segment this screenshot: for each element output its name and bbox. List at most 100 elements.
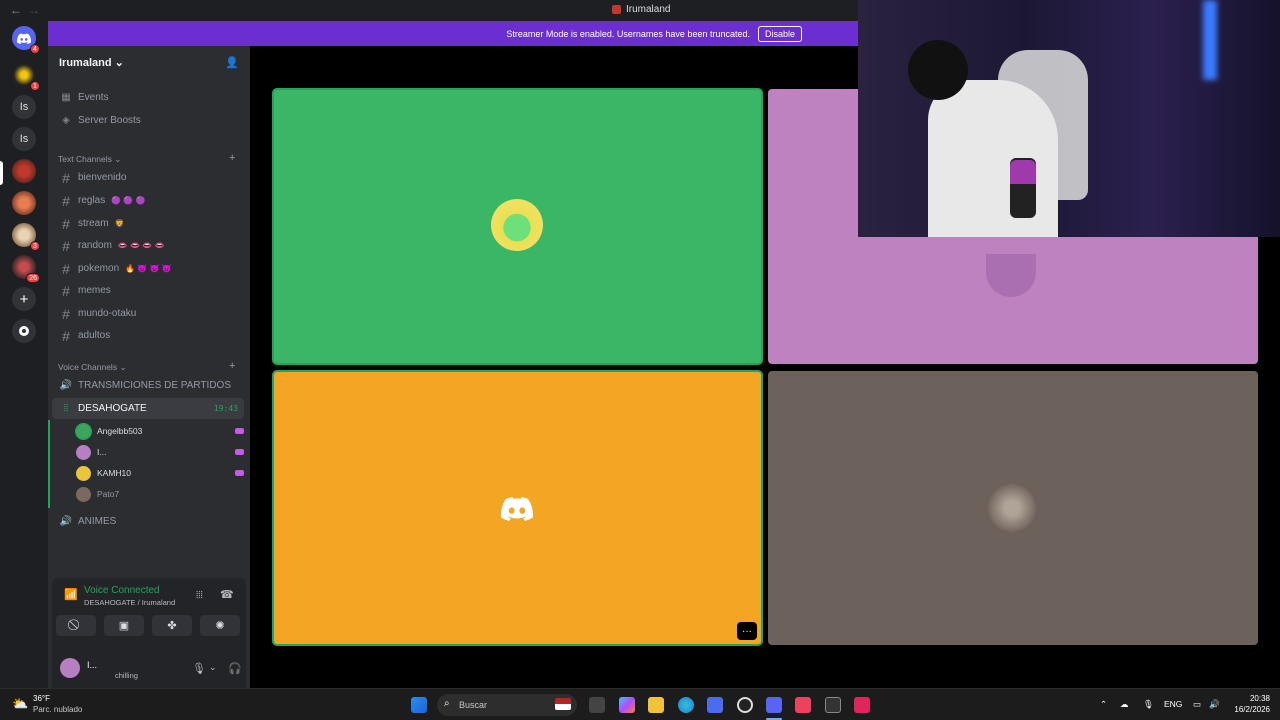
clock-date[interactable]: 16/2/2026	[1224, 705, 1270, 714]
voice-active-icon: ⦙⦙	[63, 403, 69, 414]
activities-button[interactable]: ✤	[152, 615, 192, 636]
weather-icon[interactable]: ⛅	[12, 696, 28, 712]
more-label: ···	[742, 625, 752, 637]
voice-channel-desahogate[interactable]: ⦙⦙ DESAHOGATE 19:43	[52, 398, 244, 419]
streaming-icon	[235, 449, 244, 455]
tiktok-icon[interactable]	[854, 697, 870, 713]
channel-sidebar: Irumaland ⌄ 👤 ▦ Events ◈ Server Boosts T…	[48, 46, 276, 688]
voice-user-name: KAMH10	[97, 468, 132, 478]
discover-icon[interactable]	[12, 319, 36, 343]
voice-user[interactable]: KAMH10	[76, 463, 244, 483]
screen-share-button[interactable]: ▣	[104, 615, 144, 636]
guild-header[interactable]: Irumaland ⌄ 👤	[48, 46, 250, 78]
user-panel: I... chilling 🎙 ⌄ 🎧 ⚙	[52, 648, 276, 688]
volume-icon[interactable]: 🔊	[1209, 699, 1220, 710]
obs-icon[interactable]	[737, 697, 753, 713]
category-label: Voice Channels	[58, 362, 118, 372]
invite-user-icon[interactable]: 👤	[225, 56, 239, 69]
channel-name: pokemon	[78, 263, 120, 274]
microphone-tray-icon[interactable]: 🎙	[1143, 699, 1154, 710]
server-is-2[interactable]: Is	[12, 127, 36, 151]
file-explorer-icon[interactable]	[648, 697, 664, 713]
weather-desc: Parc. nublado	[33, 705, 83, 714]
camera-button[interactable]: ⃠	[56, 615, 96, 636]
taskbar-search[interactable]: ⌕ Buscar	[437, 694, 577, 716]
discord-logo-icon	[501, 497, 533, 521]
channel-mundo-otaku[interactable]: # mundo-otaku	[52, 303, 244, 324]
soundboard-button[interactable]: ✺	[200, 615, 240, 636]
voice-user-name: Angelbb503	[97, 426, 143, 436]
channel-random[interactable]: # random 👄 👄 👄 👄	[52, 235, 244, 256]
hash-icon: #	[62, 327, 70, 344]
microphone-icon[interactable]: 🎙	[192, 662, 206, 675]
copilot-icon[interactable]	[619, 697, 635, 713]
channel-name: mundo-otaku	[78, 308, 137, 319]
channel-stream[interactable]: # stream 🦁	[52, 213, 244, 234]
server-avatar-irumaland[interactable]	[12, 159, 36, 183]
notification-badge: 1	[30, 81, 40, 91]
chevron-down-icon[interactable]: ⌄	[209, 662, 217, 673]
voice-tile-angelbb503[interactable]	[272, 88, 763, 365]
avatar[interactable]	[60, 658, 80, 678]
onedrive-icon[interactable]: ☁	[1120, 699, 1129, 710]
voice-user-name: Pato7	[97, 489, 120, 499]
headphones-icon[interactable]: 🎧	[228, 662, 242, 675]
channel-bienvenido[interactable]: # bienvenido	[52, 167, 244, 188]
chevron-up-icon[interactable]: ⌃	[1100, 699, 1107, 710]
window-title: Irumaland	[612, 4, 670, 15]
voice-user[interactable]: I...	[76, 442, 244, 462]
server-is-1[interactable]: Is	[12, 95, 36, 119]
voice-tile-kamh10[interactable]: ···	[272, 370, 763, 646]
task-view-icon[interactable]	[589, 697, 605, 713]
clock-time[interactable]: 20:38	[1230, 694, 1270, 703]
store-icon[interactable]	[707, 697, 723, 713]
hash-icon: #	[62, 192, 70, 209]
voice-timer: 19:43	[213, 404, 238, 413]
avatar	[76, 444, 91, 460]
add-voice-channel-icon[interactable]: +	[229, 360, 235, 372]
category-voice-channels[interactable]: Voice Channels ⌄	[58, 362, 127, 373]
network-icon[interactable]: ▭	[1193, 699, 1201, 710]
voice-channel-transmiciones[interactable]: 🔊 TRANSMICIONES DE PARTIDOS	[52, 375, 244, 396]
streamer-mode-banner: Streamer Mode is enabled. Usernames have…	[48, 21, 858, 46]
hash-icon: #	[62, 237, 70, 254]
language-indicator[interactable]: ENG	[1164, 699, 1182, 709]
noise-suppression-icon[interactable]: ⦙⦙⦙	[196, 590, 203, 601]
add-channel-icon[interactable]: +	[229, 152, 235, 164]
discord-home-icon[interactable]: 4	[12, 26, 40, 54]
forward-arrow-icon[interactable]: →	[28, 3, 40, 17]
server-avatar[interactable]	[12, 191, 36, 215]
voice-user[interactable]: Pato7	[76, 484, 244, 504]
category-text-channels[interactable]: Text Channels ⌄	[58, 154, 121, 165]
activities-icon: ✤	[167, 620, 177, 632]
voice-user-name: I...	[97, 447, 107, 457]
more-options-button[interactable]: ···	[737, 622, 757, 640]
server-icon	[612, 5, 621, 14]
sidebar-item-server-boosts[interactable]: ◈ Server Boosts	[52, 110, 244, 131]
windows-start-icon[interactable]	[411, 697, 427, 713]
server-avatar[interactable]: 3	[12, 223, 40, 251]
server-avatar[interactable]: 26	[12, 255, 40, 283]
discord-taskbar-icon[interactable]	[766, 697, 782, 713]
disable-streamer-mode-button[interactable]: Disable	[757, 25, 802, 42]
user-avatar	[986, 254, 1036, 297]
sidebar-item-events[interactable]: ▦ Events	[52, 87, 244, 108]
back-arrow-icon[interactable]: ←	[10, 3, 22, 17]
edge-icon[interactable]	[678, 697, 694, 713]
disconnect-icon[interactable]: ☎	[220, 588, 234, 601]
voice-tile-pato7[interactable]	[768, 371, 1258, 645]
voice-status[interactable]: Voice Connected	[84, 585, 160, 596]
voice-user[interactable]: Angelbb503	[75, 421, 244, 441]
channel-adultos[interactable]: # adultos	[52, 325, 244, 346]
music-icon[interactable]	[795, 697, 811, 713]
user-name: I...	[87, 660, 98, 670]
add-server-icon[interactable]: +	[12, 287, 36, 311]
snipping-tool-icon[interactable]	[825, 697, 841, 713]
soundboard-icon: ✺	[215, 620, 225, 632]
server-avatar[interactable]: 1	[12, 63, 40, 91]
channel-memes[interactable]: # memes	[52, 280, 244, 301]
channel-pokemon[interactable]: # pokemon 🔥 👿 👿 👿	[52, 258, 244, 279]
voice-channel-animes[interactable]: 🔊 ANIMES	[52, 511, 244, 532]
server-rail: 4 1 Is Is 3 26 +	[0, 21, 48, 688]
channel-reglas[interactable]: # reglas 🟣 🟣 🟣	[52, 190, 244, 211]
